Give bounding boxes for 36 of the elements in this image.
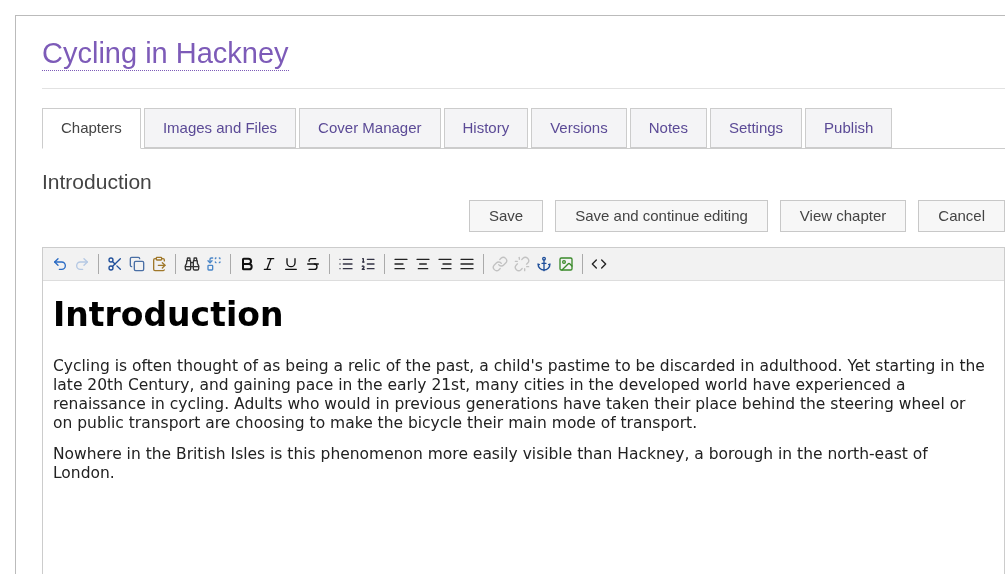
action-button[interactable]: Cancel <box>918 200 1005 232</box>
book-title[interactable]: Cycling in Hackney <box>42 35 289 71</box>
tab[interactable]: Publish <box>805 108 893 148</box>
paste-icon[interactable] <box>151 256 167 272</box>
bold-icon[interactable] <box>239 256 255 272</box>
copy-icon[interactable] <box>129 256 145 272</box>
align-justify-icon[interactable] <box>459 256 475 272</box>
tab[interactable]: Chapters <box>42 108 141 149</box>
align-right-icon[interactable] <box>437 256 453 272</box>
tab[interactable]: Versions <box>531 108 627 148</box>
italic-icon[interactable] <box>261 256 277 272</box>
anchor-icon[interactable] <box>536 256 552 272</box>
bullet-list-icon[interactable] <box>338 256 354 272</box>
chapter-title: Introduction <box>42 169 153 195</box>
cut-icon[interactable] <box>107 256 123 272</box>
underline-icon[interactable] <box>283 256 299 272</box>
code-icon[interactable] <box>591 256 607 272</box>
align-center-icon[interactable] <box>415 256 431 272</box>
paragraph: Nowhere in the British Isles is this phenomenon more easily visible than Hackney, a borough in the north-east of London. <box>53 445 929 483</box>
numbered-list-icon[interactable] <box>360 256 376 272</box>
content-heading: Introduction <box>53 295 285 335</box>
undo-icon[interactable] <box>52 256 68 272</box>
tab[interactable]: Settings <box>709 108 803 148</box>
action-button[interactable]: View chapter <box>779 200 907 232</box>
tab[interactable]: Notes <box>629 108 707 148</box>
align-left-icon[interactable] <box>393 256 409 272</box>
tab[interactable]: Images and Files <box>143 108 297 148</box>
paragraph: Cycling is often thought of as being a relic of the past, a child's pastime to be discarded in adulthood. Yet starting in the late 20th Century, and gaining pace in the early 21st, many cities in the developed world have experienced a renaissance in cycling. Adults who would in previous generations have taken their place behind the steering wheel or on public transport are choosing to make the bicycle their main mode of transport. <box>53 357 986 433</box>
tab[interactable]: Cover Manager <box>299 108 441 148</box>
tab[interactable]: History <box>443 108 529 148</box>
action-button[interactable]: Save and continue editing <box>555 200 768 232</box>
strikethrough-icon[interactable] <box>305 256 321 272</box>
action-button[interactable]: Save <box>469 200 544 232</box>
search-icon[interactable] <box>184 256 200 272</box>
replace-icon[interactable] <box>206 256 222 272</box>
image-icon[interactable] <box>558 256 574 272</box>
